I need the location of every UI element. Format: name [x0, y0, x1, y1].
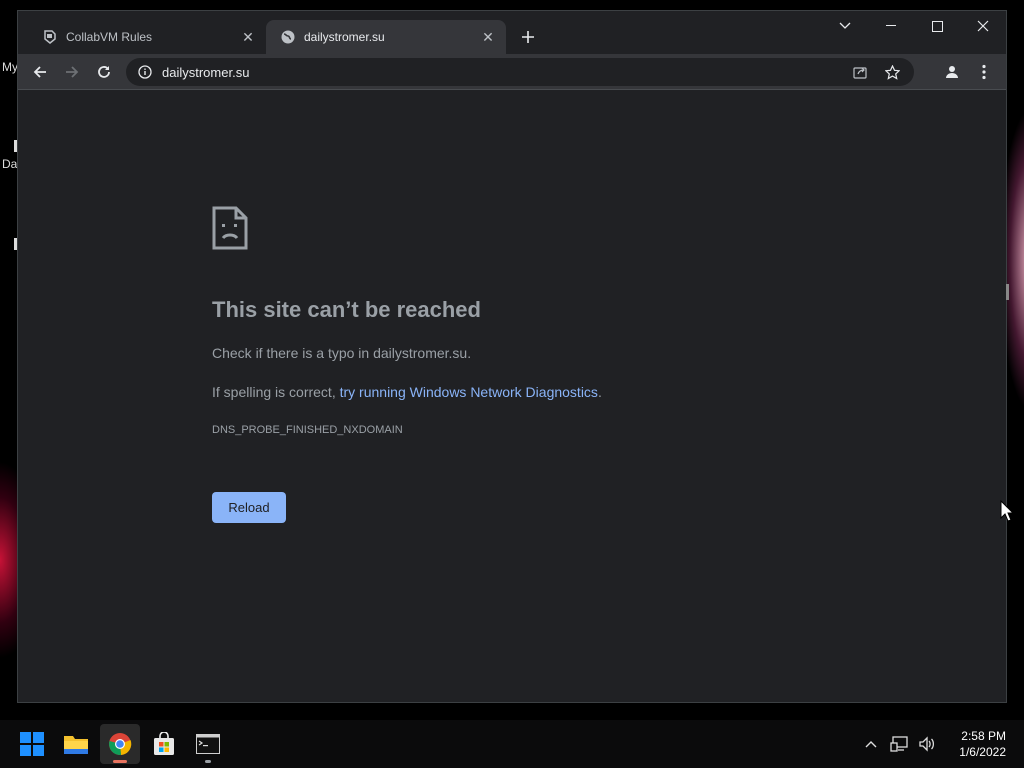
address-bar[interactable]: dailystromer.su	[126, 58, 914, 86]
error-code: DNS_PROBE_FINISHED_NXDOMAIN	[212, 424, 403, 436]
tab-collabvm-rules[interactable]: CollabVM Rules ✕	[28, 20, 266, 54]
network-icon[interactable]	[888, 732, 910, 756]
desktop-icon-label[interactable]: Da	[2, 157, 17, 171]
mouse-cursor-icon	[1000, 499, 1015, 527]
terminal-button[interactable]	[188, 724, 228, 764]
clock-date: 1/6/2022	[959, 745, 1006, 759]
scrollbar-thumb[interactable]	[1006, 284, 1009, 300]
info-icon[interactable]	[136, 63, 154, 81]
tab-title: CollabVM Rules	[66, 30, 153, 44]
clock-time: 2:58 PM	[961, 729, 1006, 743]
chevron-up-icon[interactable]	[860, 732, 882, 756]
title-bar[interactable]: CollabVM Rules ✕ dailystromer.su ✕	[18, 11, 1006, 54]
system-tray	[860, 732, 938, 756]
chrome-icon	[109, 733, 132, 756]
close-tab-icon[interactable]: ✕	[480, 29, 496, 45]
menu-kebab-icon[interactable]	[968, 56, 1000, 88]
share-icon[interactable]	[844, 58, 876, 86]
volume-icon[interactable]	[916, 732, 938, 756]
url-text[interactable]: dailystromer.su	[162, 65, 844, 80]
active-app-indicator	[113, 760, 127, 763]
tab-dailystromer[interactable]: dailystromer.su ✕	[266, 20, 506, 54]
globe-icon	[280, 29, 296, 45]
browser-toolbar: dailystromer.su	[18, 54, 1006, 90]
collabvm-icon	[42, 29, 58, 45]
browser-window: CollabVM Rules ✕ dailystromer.su ✕ daily…	[17, 10, 1009, 703]
store-bag-icon	[154, 732, 174, 755]
minimize-button[interactable]	[868, 11, 914, 41]
reload-button[interactable]: Reload	[212, 492, 286, 523]
suggestion-prefix: If spelling is correct,	[212, 384, 340, 400]
tab-title: dailystromer.su	[304, 30, 385, 44]
suggestion-suffix: .	[597, 384, 602, 400]
reload-icon[interactable]	[88, 56, 120, 88]
error-description: Check if there is a typo in dailystromer…	[212, 345, 472, 361]
error-suggestion: If spelling is correct, try running Wind…	[212, 384, 602, 400]
desktop-icon-label[interactable]: My	[2, 60, 18, 74]
sad-page-icon	[212, 206, 248, 255]
windows-logo-icon	[20, 732, 44, 756]
tab-search-button[interactable]	[822, 11, 868, 41]
close-tab-icon[interactable]: ✕	[240, 29, 256, 45]
file-explorer-button[interactable]	[56, 724, 96, 764]
bookmark-star-icon[interactable]	[876, 58, 908, 86]
maximize-button[interactable]	[914, 11, 960, 41]
close-window-button[interactable]	[960, 11, 1006, 41]
system-clock[interactable]: 2:58 PM 1/6/2022	[959, 728, 1006, 760]
network-diagnostics-link[interactable]: try running Windows Network Diagnostics	[340, 384, 598, 400]
start-button[interactable]	[12, 724, 52, 764]
running-app-indicator	[205, 760, 211, 763]
taskbar: 2:58 PM 1/6/2022	[0, 720, 1024, 768]
forward-button[interactable]	[56, 56, 88, 88]
terminal-icon	[196, 734, 220, 754]
microsoft-store-button[interactable]	[144, 724, 184, 764]
folder-icon	[64, 736, 88, 754]
page-content: This site can’t be reached Check if ther…	[18, 91, 1009, 702]
back-button[interactable]	[24, 56, 56, 88]
new-tab-button[interactable]	[516, 25, 540, 49]
chrome-taskbar-button[interactable]	[100, 724, 140, 764]
error-title: This site can’t be reached	[212, 297, 481, 322]
profile-icon[interactable]	[936, 56, 968, 88]
